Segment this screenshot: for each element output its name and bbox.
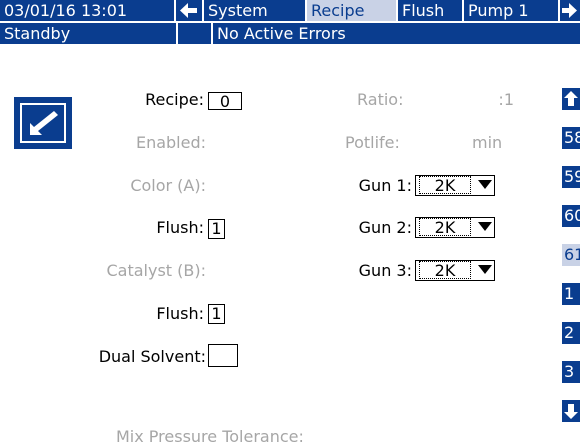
potlife-label: Potlife: xyxy=(345,133,400,152)
scroll-up-button[interactable] xyxy=(562,88,580,110)
system-status: Standby xyxy=(0,23,176,44)
sidebar-item-61[interactable]: 61 xyxy=(562,244,580,266)
flush-b-value: 1 xyxy=(211,304,222,323)
recipe-value: 0 xyxy=(219,92,231,111)
gun-3-dropdown[interactable]: 2K xyxy=(415,260,495,281)
chevron-down-icon xyxy=(478,265,492,274)
tab-pump-1[interactable]: Pump 1 xyxy=(464,0,558,21)
down-arrow-icon xyxy=(564,404,578,419)
sidebar-item-59[interactable]: 59 xyxy=(562,166,580,188)
chevron-down-icon xyxy=(478,180,492,189)
flush-a-label: Flush: xyxy=(156,218,204,237)
tab-flush[interactable]: Flush xyxy=(398,0,462,21)
status-bar: Standby No Active Errors xyxy=(0,23,580,44)
datetime-display: 03/01/16 13:01 xyxy=(0,0,174,21)
ratio-value: :1 xyxy=(498,90,514,109)
gun-2-dropdown[interactable]: 2K xyxy=(415,217,495,238)
gun-3-label: Gun 3: xyxy=(358,261,412,280)
sidebar-item-60[interactable]: 60 xyxy=(562,205,580,227)
gun-1-label: Gun 1: xyxy=(358,176,412,195)
error-status: No Active Errors xyxy=(213,23,580,44)
forward-button[interactable] xyxy=(560,0,580,21)
recipe-label: Recipe: xyxy=(145,90,204,109)
ratio-label: Ratio: xyxy=(357,90,404,109)
tab-system[interactable]: System xyxy=(204,0,305,21)
gun-3-value: 2K xyxy=(419,261,471,280)
gun-2-value: 2K xyxy=(419,218,471,237)
scroll-down-button[interactable] xyxy=(562,400,580,422)
sidebar-item-58[interactable]: 58 xyxy=(562,127,580,149)
gun-2-label: Gun 2: xyxy=(358,218,412,237)
tab-recipe[interactable]: Recipe xyxy=(307,0,396,21)
gun-1-dropdown[interactable]: 2K xyxy=(415,175,495,196)
catalyst-b-label: Catalyst (B): xyxy=(106,261,206,280)
top-bar: 03/01/16 13:01 System Recipe Flush Pump … xyxy=(0,0,580,21)
sidebar-item-2[interactable]: 2 xyxy=(562,322,580,344)
dual-solvent-checkbox[interactable] xyxy=(208,344,238,367)
flush-b-field[interactable]: 1 xyxy=(208,304,225,324)
gun-1-value: 2K xyxy=(419,176,471,195)
up-arrow-icon xyxy=(564,91,578,106)
dual-solvent-label: Dual Solvent: xyxy=(98,347,206,366)
right-arrow-icon xyxy=(562,3,577,18)
back-button[interactable] xyxy=(176,0,202,21)
sidebar-item-1[interactable]: 1 xyxy=(562,283,580,305)
flush-b-label: Flush: xyxy=(156,304,204,323)
color-a-label: Color (A): xyxy=(130,176,206,195)
flush-a-field[interactable]: 1 xyxy=(208,219,225,239)
mix-pressure-tolerance-label: Mix Pressure Tolerance: xyxy=(116,427,304,446)
flush-a-value: 1 xyxy=(211,219,222,238)
chevron-down-icon xyxy=(478,222,492,231)
enabled-label: Enabled: xyxy=(135,133,206,152)
left-arrow-icon xyxy=(180,3,197,18)
potlife-unit: min xyxy=(472,133,503,152)
sidebar-item-3[interactable]: 3 xyxy=(562,361,580,383)
recipe-field[interactable]: 0 xyxy=(208,92,242,110)
status-spacer xyxy=(178,23,211,44)
